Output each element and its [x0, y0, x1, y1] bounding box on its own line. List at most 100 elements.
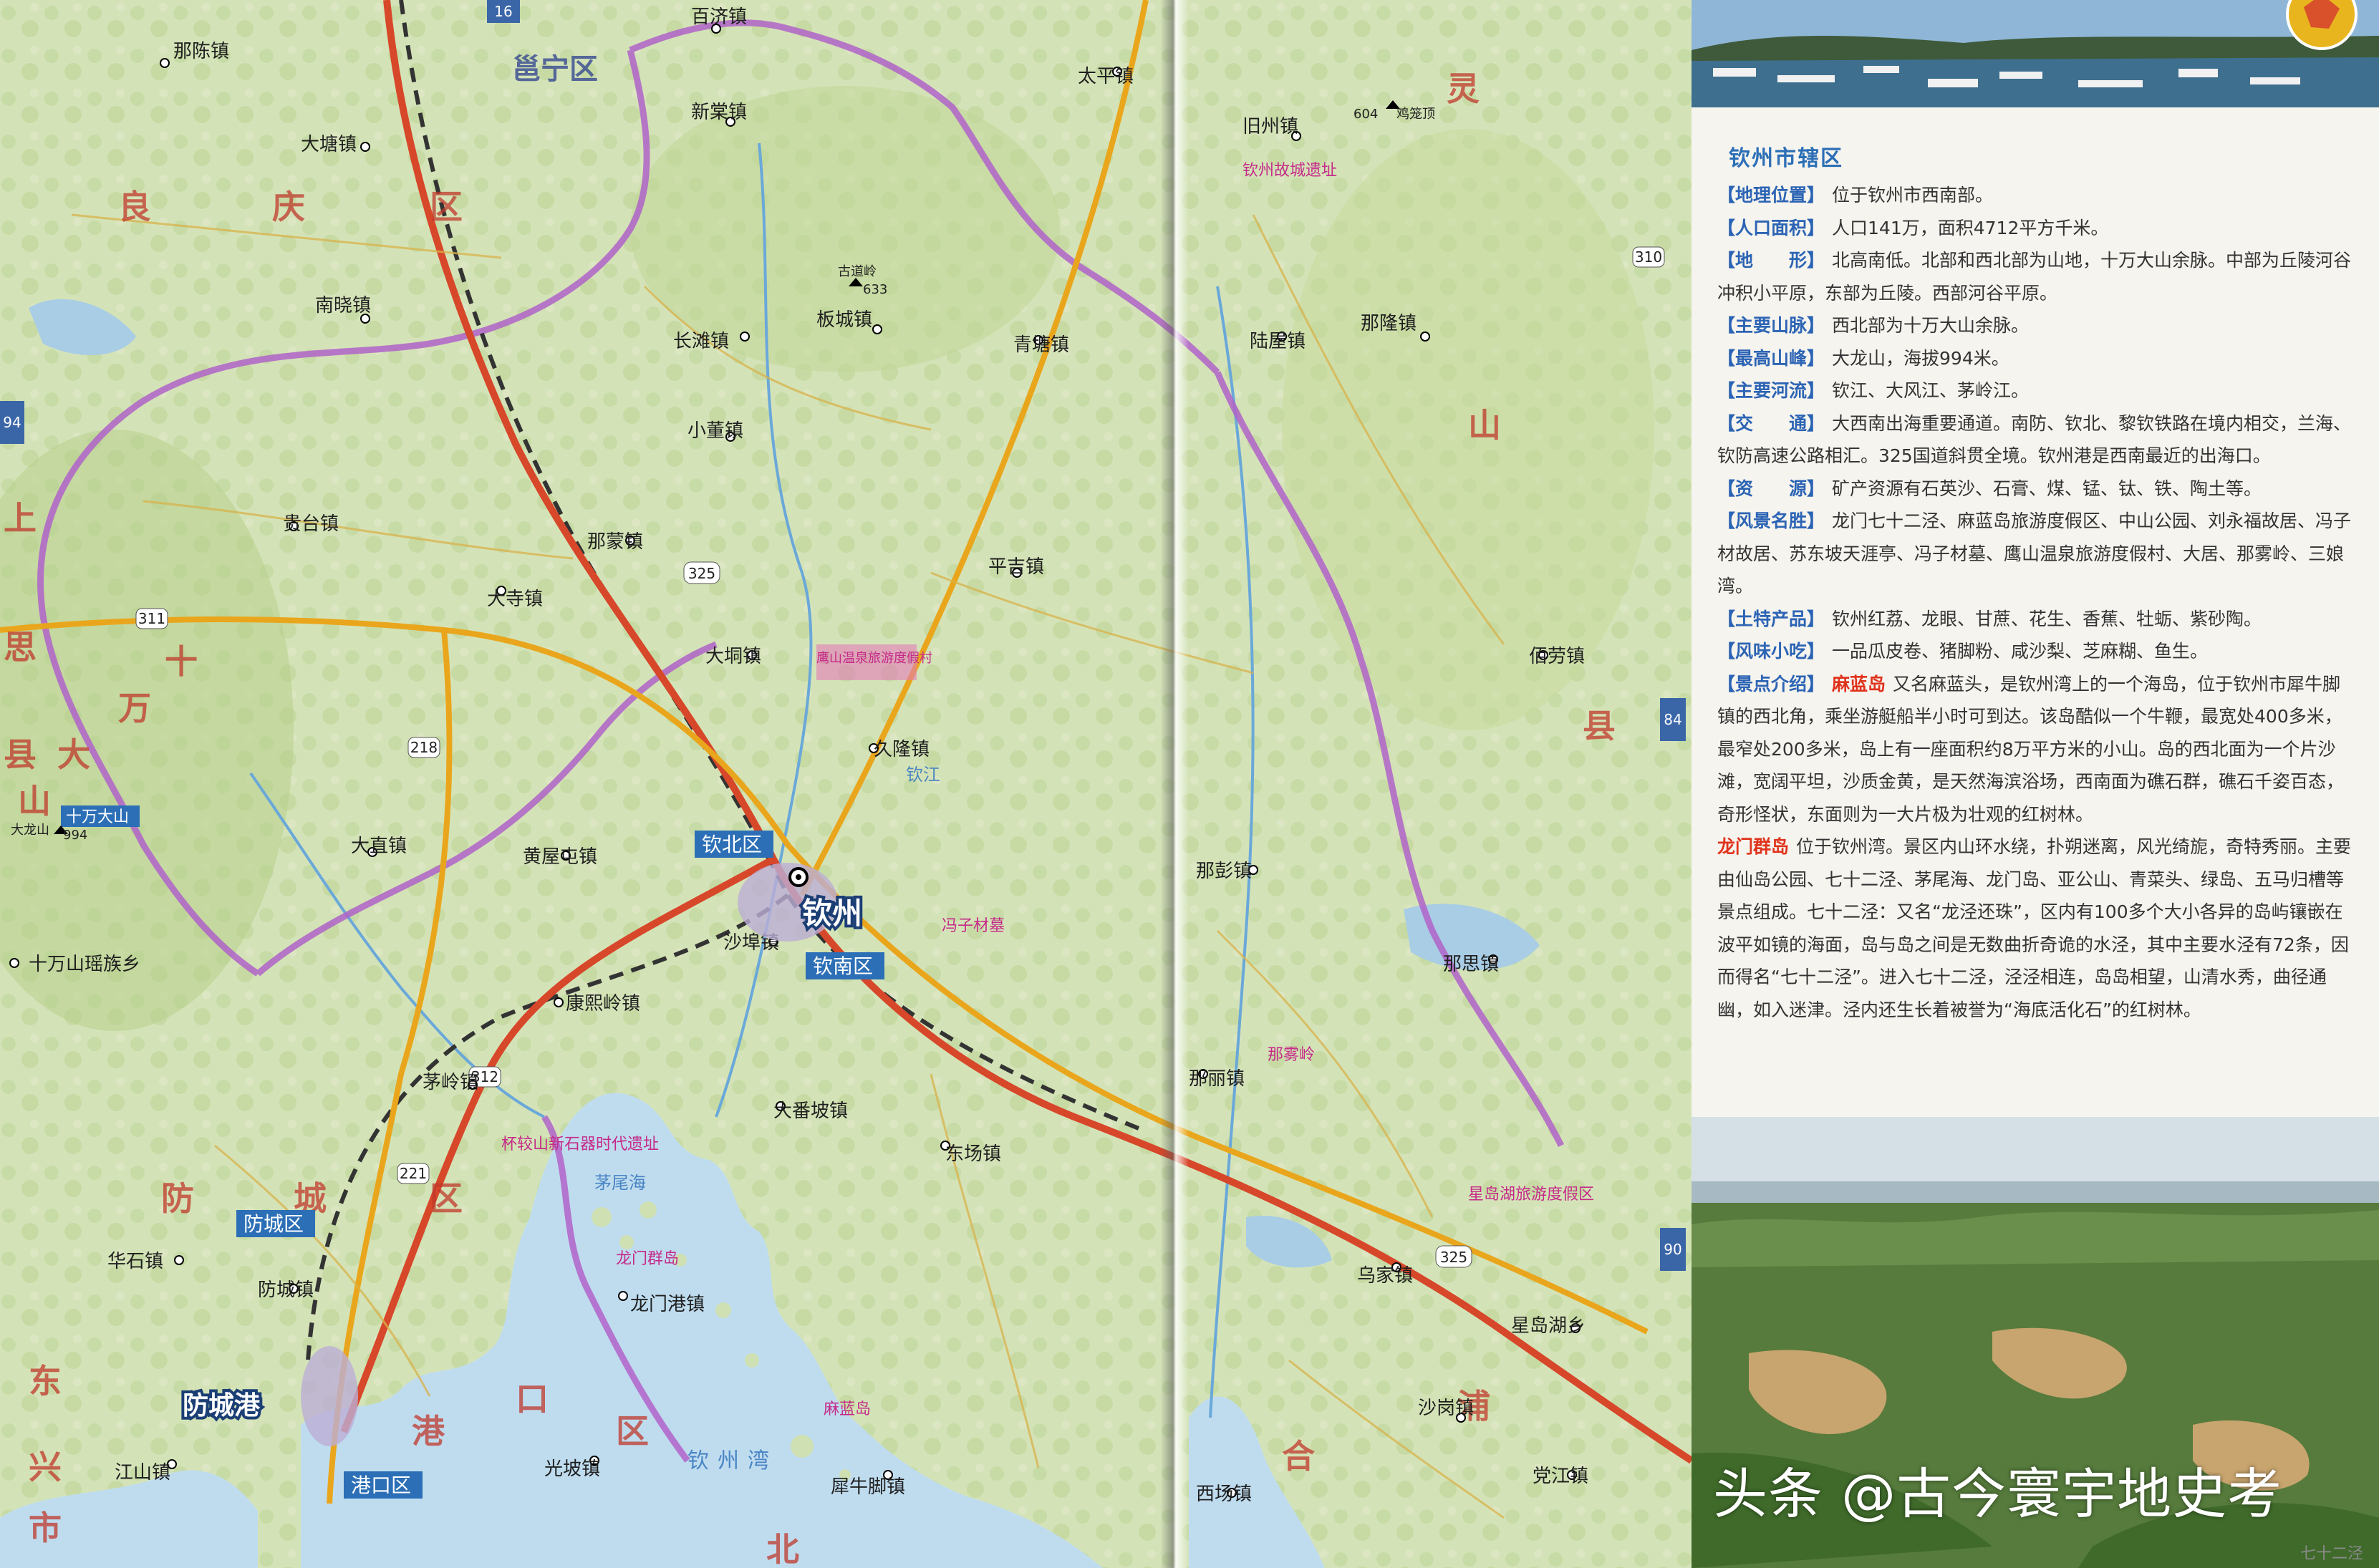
town-wujia: 乌家镇	[1357, 1263, 1413, 1287]
svg-text:光坡镇: 光坡镇	[544, 1458, 600, 1480]
water-qinzhou-bay: 钦州湾	[687, 1448, 778, 1473]
info-row-longmen: 龙门群岛位于钦州湾。景区内山环水绕，扑朔迷离，风光绮旎，奇特秀丽。主要由仙岛公园…	[1717, 831, 2355, 1026]
svg-text:乌家镇: 乌家镇	[1357, 1265, 1413, 1287]
label-he: 合	[1282, 1437, 1315, 1476]
city-qinzhou-label: 钦州	[802, 896, 862, 931]
label-xian-east: 县	[1583, 707, 1616, 745]
svg-text:长滩镇: 长滩镇	[673, 331, 729, 352]
town-dangjiang: 党江镇	[1533, 1466, 1588, 1487]
svg-text:久隆镇: 久隆镇	[874, 739, 930, 760]
svg-text:佰劳镇: 佰劳镇	[1529, 646, 1585, 667]
label-wan: 万	[118, 689, 151, 727]
svg-text:那丽镇: 那丽镇	[1189, 1068, 1245, 1090]
map-canvas: 16 325 325 312 218 221 311 310 84 90 94 …	[0, 0, 1692, 1568]
info-row-transport: 【交 通】大西南出海重要通道。南防、钦北、黎钦铁路在境内相交，兰海、钦防高速公路…	[1717, 407, 2355, 473]
svg-text:康熙岭镇: 康熙岭镇	[566, 993, 640, 1015]
label-shan-west: 山	[18, 782, 51, 821]
town-guitai: 贵台镇	[283, 513, 339, 535]
town-luwu: 陆屋镇	[1250, 331, 1306, 352]
label-kou: 口	[516, 1380, 549, 1418]
panel-title: 钦州市辖区	[1729, 140, 1843, 172]
svg-text:西场镇: 西场镇	[1196, 1484, 1252, 1505]
town-longmengang: 龙门港镇	[619, 1292, 705, 1315]
info-row-products: 【土特产品】钦州红荔、龙眼、甘蔗、花生、香蕉、牡蛎、紫砂陶。	[1717, 603, 2355, 636]
shield-325: 325	[688, 565, 715, 582]
shield-84: 84	[1664, 711, 1681, 728]
scenic-yingshan: 鹰山温泉旅游度假村	[816, 651, 932, 666]
label-gang: 港	[412, 1412, 445, 1451]
town-shiwanshan: 十万山瑶族乡	[10, 954, 140, 975]
label-qu-gang: 区	[616, 1412, 649, 1451]
scenic-beijiaoshan: 杯较山新石器时代遗址	[501, 1136, 659, 1153]
town-dadong: 大垌镇	[705, 646, 761, 667]
svg-text:防城镇: 防城镇	[258, 1279, 314, 1301]
shield-325-east: 325	[1440, 1249, 1467, 1266]
shield-221: 221	[400, 1165, 427, 1182]
svg-text:十万山瑶族乡: 十万山瑶族乡	[29, 954, 140, 975]
town-jiangshan: 江山镇	[115, 1460, 176, 1484]
shield-311: 311	[138, 610, 165, 627]
harbor-photo	[1692, 0, 2379, 107]
town-xingdaohu: 星岛湖乡	[1511, 1315, 1586, 1337]
town-xiaodong: 小董镇	[687, 420, 743, 442]
town-qingtang: 青塘镇	[1013, 334, 1069, 356]
info-panel: 钦州市辖区 【地理位置】位于钦州市西南部。 【人口面积】人口141万，面积471…	[1692, 0, 2379, 1568]
svg-text:大番坡镇: 大番坡镇	[773, 1100, 848, 1122]
town-bolao: 佰劳镇	[1529, 646, 1585, 667]
svg-text:东场镇: 东场镇	[945, 1143, 1001, 1165]
district-qinnan: 钦南区	[813, 954, 873, 978]
town-bancheng: 板城镇	[816, 309, 882, 334]
town-guangpo: 光坡镇	[544, 1456, 600, 1480]
label-bei: 北	[766, 1530, 799, 1568]
svg-text:百济镇: 百济镇	[691, 6, 747, 28]
town-kangxiling: 康熙岭镇	[554, 993, 640, 1015]
info-row-population: 【人口面积】人口141万，面积4712平方千米。	[1717, 212, 2355, 245]
scenic-shiwandashan: 十万大山	[66, 808, 129, 826]
scenic-xingdaohu: 星岛湖旅游度假区	[1468, 1186, 1594, 1204]
svg-text:那蒙镇: 那蒙镇	[587, 531, 643, 553]
svg-text:党江镇: 党江镇	[1533, 1466, 1588, 1487]
svg-text:太平镇: 太平镇	[1078, 66, 1134, 87]
svg-text:大寺镇: 大寺镇	[487, 589, 543, 610]
label-dong: 东	[29, 1362, 62, 1400]
svg-text:新棠镇: 新棠镇	[691, 102, 747, 123]
svg-text:那陈镇: 那陈镇	[173, 41, 229, 62]
town-nali: 那丽镇	[1189, 1068, 1245, 1090]
svg-text:旧州镇: 旧州镇	[1242, 116, 1298, 137]
info-row-location: 【地理位置】位于钦州市西南部。	[1717, 179, 2355, 212]
scenic-fengzicai: 冯子材墓	[942, 917, 1005, 935]
city-fangchenggang-label: 防城港	[183, 1391, 261, 1421]
shield-310: 310	[1635, 248, 1662, 266]
town-nameng: 那蒙镇	[587, 531, 643, 553]
svg-text:那彭镇: 那彭镇	[1196, 861, 1252, 882]
town-fangcheng: 防城镇	[258, 1279, 314, 1301]
map-page: 16 325 325 312 218 221 311 310 84 90 94 …	[0, 0, 2379, 1568]
district-fangcheng: 防城区	[243, 1212, 304, 1236]
district-gangkou: 港口区	[351, 1473, 411, 1497]
label-liang: 良	[118, 188, 151, 226]
shield-90: 90	[1664, 1241, 1681, 1258]
info-row-resources: 【资 源】矿产资源有石英沙、石膏、煤、锰、钛、铁、陶土等。	[1717, 473, 2355, 505]
info-row-snacks: 【风味小吃】一品瓜皮卷、猪脚粉、咸沙梨、芝麻糊、鱼生。	[1717, 635, 2355, 668]
svg-text:南晓镇: 南晓镇	[315, 295, 371, 316]
svg-text:994: 994	[63, 828, 87, 843]
svg-text:大塘镇: 大塘镇	[301, 134, 357, 155]
svg-text:陆屋镇: 陆屋镇	[1250, 331, 1306, 352]
label-qu-fang: 区	[430, 1179, 463, 1218]
svg-text:犀牛脚镇: 犀牛脚镇	[831, 1476, 905, 1498]
water-qinjiang: 钦江	[906, 765, 940, 785]
town-xintang: 新棠镇	[691, 102, 747, 126]
svg-text:龙门港镇: 龙门港镇	[630, 1294, 705, 1315]
svg-text:大龙山: 大龙山	[11, 823, 49, 838]
svg-text:鸡笼顶: 鸡笼顶	[1396, 107, 1435, 122]
svg-text:板城镇: 板城镇	[816, 309, 872, 331]
label-shi-wan: 十	[165, 642, 198, 681]
label-shi: 市	[29, 1509, 62, 1547]
svg-text:633: 633	[863, 282, 887, 297]
town-dafanpo: 大番坡镇	[773, 1100, 848, 1122]
label-qing: 庆	[272, 188, 305, 226]
book-spine	[1160, 0, 1189, 1568]
info-row-peak: 【最高山峰】大龙山，海拔994米。	[1717, 342, 2355, 375]
label-shan: 山	[1468, 406, 1501, 445]
info-text: 【地理位置】位于钦州市西南部。 【人口面积】人口141万，面积4712平方千米。…	[1717, 179, 2355, 1026]
